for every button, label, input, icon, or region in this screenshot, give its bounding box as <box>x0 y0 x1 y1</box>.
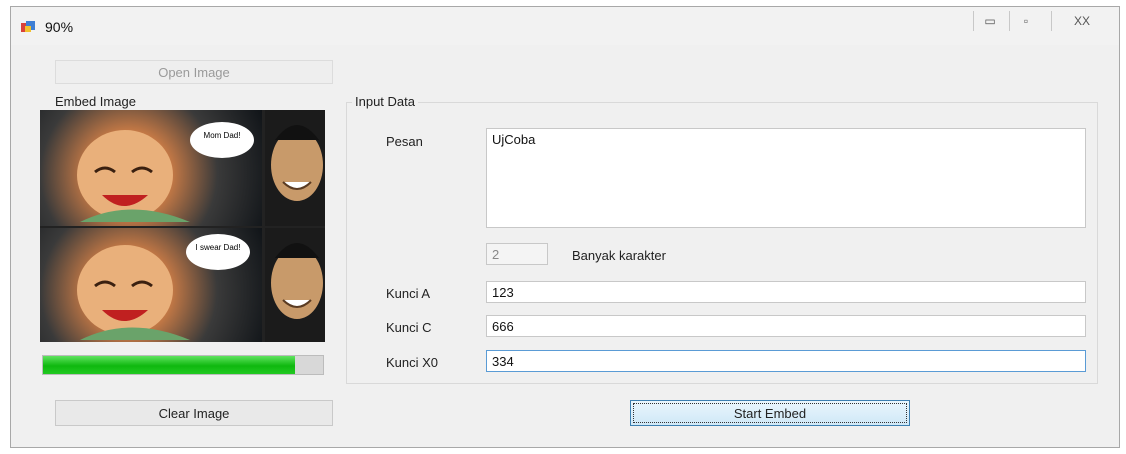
embed-progress-bar <box>42 355 324 375</box>
kunci-x0-value: 334 <box>492 354 514 369</box>
man-photo-bottom <box>265 228 325 342</box>
pesan-label: Pesan <box>386 134 423 149</box>
start-embed-button[interactable]: Start Embed <box>630 400 910 426</box>
clear-image-button[interactable]: Clear Image <box>55 400 333 426</box>
maximize-icon: ▫ <box>1023 14 1029 28</box>
speech-text-top: Mom Dad! <box>204 131 241 140</box>
open-image-button[interactable]: Open Image <box>55 60 333 84</box>
input-data-label: Input Data <box>352 94 418 109</box>
embed-progress-fill <box>43 356 295 374</box>
minimize-icon: ▭ <box>984 14 996 28</box>
baby-illustration-bottom: I swear Dad! <box>77 234 250 340</box>
man-photo-top <box>265 110 325 226</box>
pesan-textarea[interactable]: UjCoba <box>486 128 1086 228</box>
close-icon: XX <box>1073 14 1090 28</box>
char-count-field: 2 <box>486 243 548 265</box>
baby-photo-bottom: I swear Dad! <box>40 228 262 342</box>
man-illustration-top <box>271 125 323 201</box>
baby-photo-top: Mom Dad! <box>40 110 262 226</box>
embed-image-preview: Mom Dad! I swear Dad! <box>40 110 325 342</box>
title-bar: 90% ▭ ▫ XX <box>11 7 1119 45</box>
clear-image-label: Clear Image <box>158 405 230 421</box>
kunci-a-value: 123 <box>492 285 514 300</box>
app-icon <box>21 21 35 32</box>
close-button[interactable]: XX <box>1051 11 1112 31</box>
window-title: 90% <box>45 19 74 35</box>
kunci-a-input[interactable]: 123 <box>486 281 1086 303</box>
kunci-c-input[interactable]: 666 <box>486 315 1086 337</box>
maximize-button[interactable]: ▫ <box>1009 11 1042 31</box>
kunci-c-value: 666 <box>492 319 514 334</box>
speech-text-bottom: I swear Dad! <box>196 243 241 252</box>
char-count-value: 2 <box>492 247 500 262</box>
embed-image-label: Embed Image <box>52 94 139 109</box>
pesan-value: UjCoba <box>492 132 536 147</box>
kunci-x0-input[interactable]: 334 <box>486 350 1086 372</box>
kunci-x0-label: Kunci X0 <box>386 355 439 370</box>
man-illustration-bottom <box>271 243 323 319</box>
open-image-label: Open Image <box>158 64 230 80</box>
char-count-label: Banyak karakter <box>572 248 666 263</box>
minimize-button[interactable]: ▭ <box>973 11 1006 31</box>
kunci-a-label: Kunci A <box>386 286 431 301</box>
baby-illustration-top: Mom Dad! <box>77 122 254 222</box>
kunci-c-label: Kunci C <box>386 320 432 335</box>
focus-rectangle <box>633 403 907 423</box>
